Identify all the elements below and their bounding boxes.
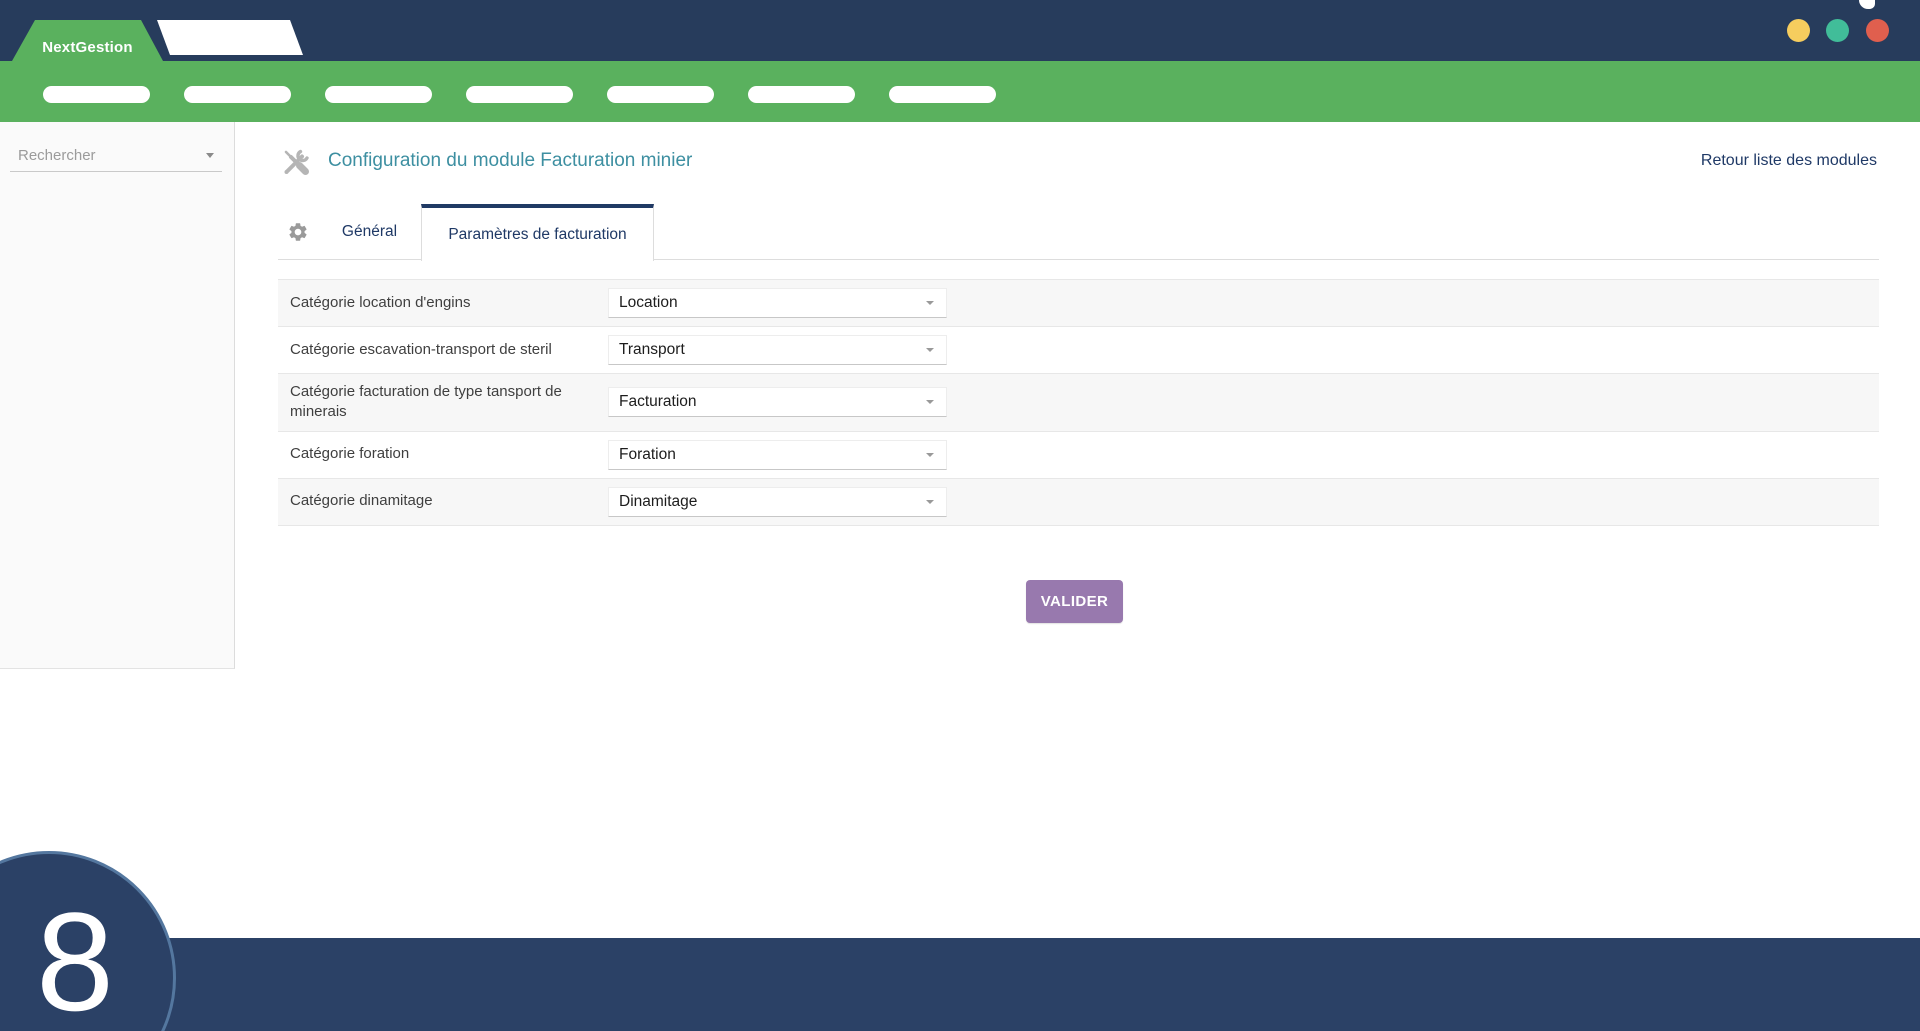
main-content: Configuration du module Facturation mini… [278, 130, 1879, 720]
brand-name: NextGestion [42, 39, 133, 56]
search-placeholder: Rechercher [18, 147, 96, 164]
back-to-modules-link[interactable]: Retour liste des modules [1701, 152, 1877, 170]
category-facturation-select[interactable]: Facturation [608, 387, 947, 417]
select-value: Foration [619, 446, 676, 464]
caret-down-icon [926, 301, 934, 305]
category-dinamitage-select[interactable]: Dinamitage [608, 487, 947, 517]
category-transport-select[interactable]: Transport [608, 335, 947, 365]
form-row: Catégorie foration Foration [278, 432, 1879, 479]
nav-pill-placeholder[interactable] [184, 86, 291, 103]
caret-down-icon [926, 453, 934, 457]
sidebar: Rechercher [0, 122, 235, 669]
caret-down-icon [926, 400, 934, 404]
main-navbar [0, 61, 1920, 122]
field-label: Catégorie facturation de type tansport d… [290, 382, 608, 423]
top-header: NextGestion [0, 0, 1920, 61]
tab-bar: Général Paramètres de facturation [278, 204, 1879, 260]
page-number-badge: 8 [0, 851, 176, 1031]
valider-button[interactable]: VALIDER [1026, 580, 1123, 623]
field-label: Catégorie foration [290, 444, 608, 464]
caret-down-icon [206, 153, 214, 158]
field-label: Catégorie location d'engins [290, 293, 608, 313]
select-value: Transport [619, 341, 685, 359]
category-location-select[interactable]: Location [608, 288, 947, 318]
nav-pill-placeholder[interactable] [466, 86, 573, 103]
tab-parametres-facturation[interactable]: Paramètres de facturation [421, 204, 654, 261]
nav-pill-placeholder[interactable] [43, 86, 150, 103]
tab-general[interactable]: Général [318, 204, 421, 260]
yellow-dot-icon[interactable] [1787, 19, 1810, 42]
select-value: Facturation [619, 393, 697, 411]
form-row: Catégorie escavation-transport de steril… [278, 327, 1879, 374]
caret-down-icon [926, 500, 934, 504]
form-row: Catégorie facturation de type tansport d… [278, 374, 1879, 432]
footer-bar [0, 938, 1920, 1031]
tools-icon [281, 147, 311, 177]
form-row: Catégorie dinamitage Dinamitage [278, 479, 1879, 526]
red-dot-icon[interactable] [1866, 19, 1889, 42]
select-value: Dinamitage [619, 493, 697, 511]
form-row: Catégorie location d'engins Location [278, 280, 1879, 327]
header-parallelogram-decoration [157, 20, 303, 55]
field-label: Catégorie dinamitage [290, 491, 608, 511]
category-foration-select[interactable]: Foration [608, 440, 947, 470]
select-value: Location [619, 294, 678, 312]
page-number: 8 [36, 892, 114, 1031]
settings-form: Catégorie location d'engins Location Cat… [278, 279, 1879, 526]
sidebar-search-select[interactable]: Rechercher [10, 140, 222, 172]
caret-down-icon [926, 348, 934, 352]
nav-pill-placeholder[interactable] [325, 86, 432, 103]
window-corner-notch [1859, 0, 1875, 9]
field-label: Catégorie escavation-transport de steril [290, 340, 608, 360]
nav-pill-placeholder[interactable] [889, 86, 996, 103]
page-title: Configuration du module Facturation mini… [328, 150, 692, 172]
gear-icon [287, 221, 309, 243]
nav-pill-placeholder[interactable] [748, 86, 855, 103]
teal-dot-icon[interactable] [1826, 19, 1849, 42]
nav-pill-placeholder[interactable] [607, 86, 714, 103]
app-root: NextGestion Rechercher [0, 0, 1920, 1031]
brand-tab[interactable]: NextGestion [12, 20, 163, 61]
